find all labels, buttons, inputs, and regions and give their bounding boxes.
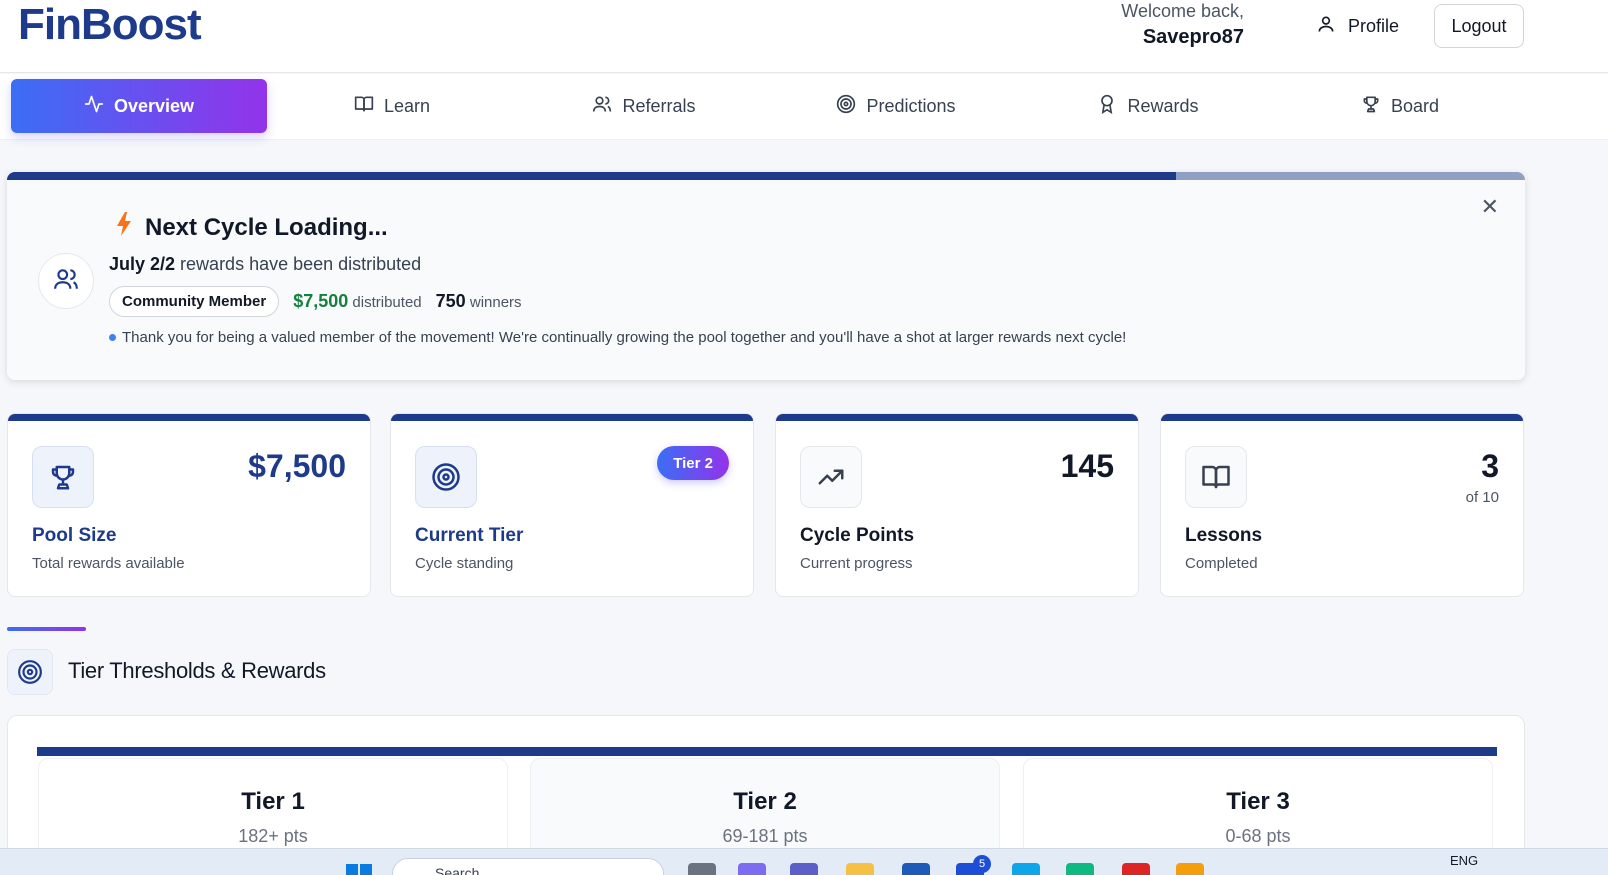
tab-label: Rewards [1127, 95, 1199, 116]
tier-points: 0-68 pts [1225, 826, 1291, 846]
user-icon [1316, 14, 1336, 39]
tier-points: 69-181 pts [722, 826, 808, 846]
windows-start-icon[interactable] [345, 863, 373, 875]
top-header: FinBoost Welcome back, Savepro87 Profile… [0, 0, 1608, 73]
profile-label: Profile [1348, 15, 1400, 36]
note-text: Thank you for being a valued member of t… [122, 329, 1127, 346]
chrome-icon[interactable] [1176, 863, 1204, 875]
username: Savepro87 [1142, 26, 1244, 48]
trending-up-icon [800, 446, 862, 508]
store-icon[interactable] [902, 863, 930, 875]
cycle-label: July 2/2 [109, 254, 176, 274]
lessons-value: 3 [1481, 448, 1499, 484]
welcome-text: Welcome back, [1121, 1, 1244, 21]
banner-note: Thank you for being a valued member of t… [109, 329, 1126, 346]
book-icon [354, 94, 374, 119]
lessons-total: of 10 [1465, 489, 1499, 506]
banner-title: Next Cycle Loading... [145, 213, 388, 241]
award-icon [1097, 94, 1117, 119]
close-icon[interactable]: ✕ [1481, 194, 1499, 220]
tab-rewards[interactable]: Rewards [1068, 79, 1228, 133]
users-icon [53, 266, 79, 297]
target-icon [7, 649, 53, 695]
os-taskbar: Search 5 ENG [0, 848, 1608, 875]
lessons-title: Lessons [1185, 525, 1263, 546]
distribution-text: rewards have been distributed [175, 254, 422, 274]
tab-label: Board [1390, 95, 1440, 116]
banner-distribution-line: July 2/2 rewards have been distributed [109, 254, 421, 275]
target-icon [415, 446, 477, 508]
distributed-amount: $7,500 [293, 291, 349, 311]
welcome-block: Welcome back, Savepro87 [1121, 0, 1244, 52]
tab-label: Learn [383, 95, 431, 116]
notification-badge: 5 [973, 855, 991, 873]
teams-icon[interactable] [790, 863, 818, 875]
cycle-progress-track [7, 172, 1525, 180]
card-accent-bar [391, 414, 753, 421]
status-badge: Community Member [109, 286, 280, 317]
tab-label: Referrals [622, 95, 696, 116]
community-avatar [38, 253, 94, 309]
card-accent-bar [8, 414, 370, 421]
section-title: Tier Thresholds & Rewards [68, 658, 326, 683]
next-cycle-banner: ✕ Next Cycle Loading... July 2/2 rewards… [7, 172, 1525, 380]
finboost-logo[interactable]: FinBoost [18, 0, 202, 50]
winners-count: 750 [435, 291, 466, 311]
banner-stats: Community Member $7,500 distributed 750 … [109, 286, 522, 317]
cycle-points-title: Cycle Points [800, 525, 915, 546]
section-accent-line [7, 627, 86, 631]
profile-button[interactable]: Profile [1312, 8, 1403, 44]
taskbar-search-input[interactable]: Search [392, 858, 664, 875]
lessons-subtitle: Completed [1185, 555, 1258, 572]
task-view-icon[interactable] [688, 863, 716, 875]
lightning-icon [115, 212, 133, 243]
target-icon [836, 94, 856, 119]
current-tier-card: Tier 2 Current Tier Cycle standing [390, 413, 754, 597]
tab-label: Predictions [866, 95, 956, 116]
winners-label: winners [469, 294, 522, 311]
logout-button[interactable]: Logout [1434, 4, 1524, 48]
cycle-points-value: 145 [1060, 448, 1114, 484]
cycle-points-subtitle: Current progress [800, 555, 913, 572]
tab-learn[interactable]: Learn [312, 79, 472, 133]
current-tier-title: Current Tier [415, 525, 524, 546]
pool-size-title: Pool Size [32, 525, 117, 546]
lessons-card: 3 of 10 Lessons Completed [1160, 413, 1524, 597]
tab-label: Overview [113, 95, 195, 116]
tier-name: Tier 2 [733, 788, 797, 815]
banner-title-row: Next Cycle Loading... [115, 212, 388, 243]
distributed-label: distributed [352, 294, 422, 311]
trophy-icon [1361, 94, 1381, 119]
tab-board[interactable]: Board [1320, 79, 1480, 133]
pool-size-subtitle: Total rewards available [32, 555, 185, 572]
cycle-points-card: 145 Cycle Points Current progress [775, 413, 1139, 597]
edge-icon[interactable] [1066, 863, 1094, 875]
tier-badge: Tier 2 [657, 446, 729, 480]
cycle-progress-fill [7, 172, 1176, 180]
card-accent-bar [776, 414, 1138, 421]
tab-referrals[interactable]: Referrals [564, 79, 724, 133]
app-icon[interactable] [1012, 863, 1040, 875]
tier-name: Tier 1 [241, 788, 305, 815]
current-tier-subtitle: Cycle standing [415, 555, 514, 572]
pool-size-value: $7,500 [248, 448, 346, 484]
trophy-icon [32, 446, 94, 508]
card-accent-bar [1161, 414, 1523, 421]
tab-overview[interactable]: Overview [11, 79, 267, 133]
tier-points: 182+ pts [238, 826, 308, 846]
tab-predictions[interactable]: Predictions [816, 79, 976, 133]
tier-name: Tier 3 [1226, 788, 1290, 815]
copilot-icon[interactable] [738, 863, 766, 875]
users-icon [592, 94, 612, 119]
bullet-dot [109, 334, 116, 341]
gmail-icon[interactable] [1122, 863, 1150, 875]
book-icon [1185, 446, 1247, 508]
language-indicator[interactable]: ENG [1450, 853, 1478, 868]
pool-size-card: $7,500 Pool Size Total rewards available [7, 413, 371, 597]
main-nav: Overview Learn Referrals Predictions Rew… [0, 74, 1608, 140]
activity-icon [84, 94, 104, 119]
file-explorer-icon[interactable] [846, 863, 874, 875]
tiers-accent-bar [37, 747, 1497, 756]
